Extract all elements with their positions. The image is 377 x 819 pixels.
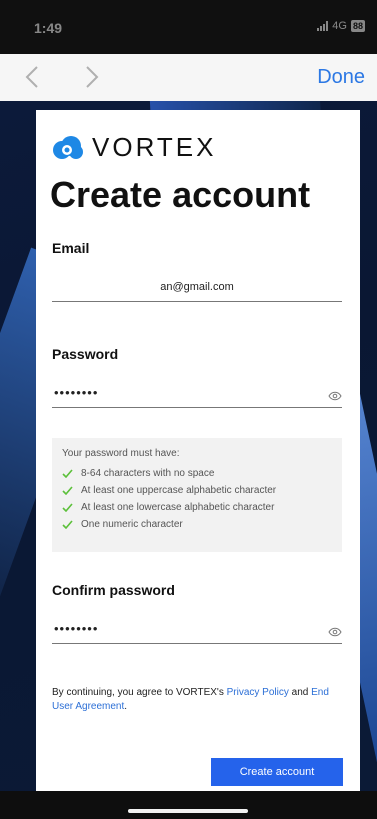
password-label: Password — [52, 346, 119, 362]
confirm-password-field[interactable] — [52, 614, 342, 644]
confirm-password-label: Confirm password — [52, 582, 175, 598]
requirements-list: 8-64 characters with no space At least o… — [62, 465, 332, 533]
home-indicator-area — [0, 791, 377, 819]
legal-suffix: . — [124, 701, 128, 712]
chevron-right-icon[interactable] — [80, 65, 102, 89]
requirement-item: At least one uppercase alphabetic charac… — [62, 482, 332, 499]
checkmark-icon — [62, 486, 73, 495]
checkmark-icon — [62, 503, 73, 512]
requirement-text: At least one lowercase alphabetic charac… — [81, 502, 275, 513]
browser-toolbar: Done — [0, 54, 377, 102]
requirement-text: At least one uppercase alphabetic charac… — [81, 485, 277, 496]
status-bar: 1:49 4G 88 — [0, 0, 377, 54]
requirement-item: 8-64 characters with no space — [62, 465, 332, 482]
status-right-group: 4G 88 — [317, 20, 365, 32]
legal-middle: and — [288, 687, 312, 698]
page-title: Create account — [50, 174, 311, 215]
requirements-heading: Your password must have: — [62, 448, 180, 459]
brand-name: VORTEX — [92, 132, 217, 162]
password-field[interactable] — [52, 378, 342, 408]
legal-text: By continuing, you agree to VORTEX's Pri… — [52, 686, 342, 714]
privacy-policy-link[interactable]: Privacy Policy — [227, 687, 289, 698]
requirement-item: One numeric character — [62, 516, 332, 533]
password-requirements: Your password must have: 8-64 characters… — [52, 438, 342, 552]
home-indicator[interactable] — [128, 809, 248, 813]
brand-logo: VORTEX — [52, 132, 216, 163]
chevron-left-icon[interactable] — [22, 65, 44, 89]
eye-icon[interactable] — [328, 627, 342, 637]
requirement-text: 8-64 characters with no space — [81, 468, 215, 479]
eye-icon[interactable] — [328, 391, 342, 401]
signal-icon — [317, 21, 329, 31]
requirement-text: One numeric character — [81, 519, 183, 530]
create-account-button[interactable]: Create account — [211, 758, 343, 786]
checkmark-icon — [62, 469, 73, 478]
done-button[interactable]: Done — [317, 66, 365, 89]
legal-prefix: By continuing, you agree to VORTEX's — [52, 687, 227, 698]
status-time: 1:49 — [34, 20, 63, 36]
email-label: Email — [52, 240, 90, 256]
network-label: 4G — [332, 20, 347, 32]
email-field[interactable] — [52, 272, 342, 302]
requirement-item: At least one lowercase alphabetic charac… — [62, 499, 332, 516]
checkmark-icon — [62, 520, 73, 529]
battery-icon: 88 — [350, 20, 365, 32]
cloud-logo-icon — [53, 135, 83, 159]
signup-card: VORTEX Create account Email Password You… — [36, 110, 360, 791]
